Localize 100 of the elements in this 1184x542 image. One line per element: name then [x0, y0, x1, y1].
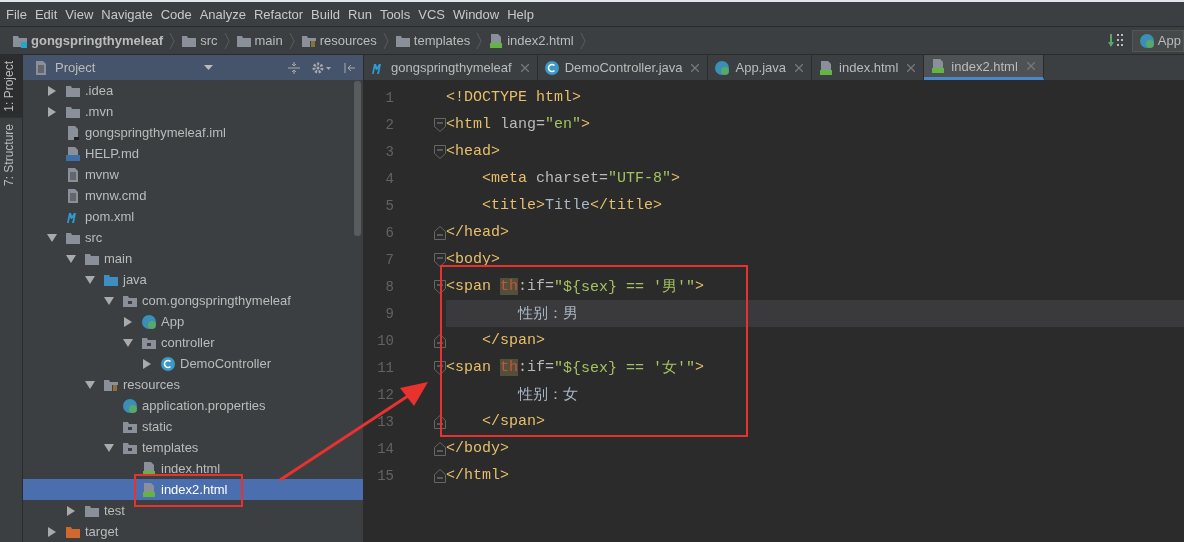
tree-item[interactable]: target [23, 521, 363, 542]
tree-item[interactable]: index2.html [23, 479, 363, 500]
line-number: 2 [384, 116, 394, 133]
tree-item[interactable]: com.gongspringthymeleaf [23, 290, 363, 311]
close-icon[interactable] [691, 63, 700, 72]
spring-class-icon [714, 59, 731, 76]
tree-item[interactable]: App [23, 311, 363, 332]
menu-item[interactable]: Run [344, 6, 376, 22]
expanded-arrow-icon[interactable] [123, 337, 133, 348]
tree-item[interactable]: resources [23, 374, 363, 395]
tree-item[interactable]: test [23, 500, 363, 521]
menu-item[interactable]: Navigate [97, 6, 157, 22]
editor-tab[interactable]: DemoController.java [537, 55, 709, 80]
breadcrumb-item[interactable]: gongspringthymeleaf [8, 32, 168, 49]
spring-class-icon [122, 397, 138, 414]
binary-update-icon[interactable] [1107, 32, 1126, 49]
line-number: 1 [384, 89, 394, 106]
line-number: 14 [376, 440, 394, 457]
code-line: <html lang="en"> [446, 115, 592, 135]
line-number: 4 [384, 170, 394, 187]
close-icon[interactable] [520, 63, 529, 72]
tree-item[interactable]: pom.xml [23, 206, 363, 227]
close-icon[interactable] [795, 63, 804, 72]
breadcrumb-item[interactable]: src [177, 32, 222, 49]
code-line: </html> [446, 466, 510, 486]
editor-tab[interactable]: gongspringthymeleaf [364, 55, 538, 80]
breadcrumb-item[interactable]: index2.html [484, 32, 578, 49]
collapsed-arrow-icon[interactable] [47, 106, 57, 117]
fold-marker-icon [434, 333, 446, 348]
collapsed-arrow-icon[interactable] [123, 316, 133, 327]
fold-marker-icon [434, 360, 446, 375]
tree-item[interactable]: mvnw.cmd [23, 185, 363, 206]
collapsed-arrow-icon[interactable] [142, 358, 152, 369]
code-line: <body> [446, 250, 501, 270]
expanded-arrow-icon[interactable] [85, 274, 95, 285]
code-line: <meta charset="UTF-8"> [481, 169, 682, 189]
scrollbar[interactable] [354, 81, 361, 236]
code-line: <title>Title</title> [481, 196, 664, 216]
code-line: <span th:if="${sex} == '男'"> [446, 277, 706, 298]
menu-item[interactable]: VCS [414, 6, 449, 22]
hide-panel-icon[interactable] [343, 60, 357, 75]
menu-item[interactable]: Build [307, 6, 344, 22]
html-file-icon [141, 460, 157, 477]
menu-item[interactable]: Analyze [195, 6, 250, 22]
menu-item[interactable]: View [61, 6, 98, 22]
menu-item[interactable]: File [2, 6, 31, 22]
expanded-arrow-icon[interactable] [66, 253, 76, 264]
menu-item[interactable]: Window [448, 6, 504, 22]
close-icon[interactable] [907, 63, 916, 72]
collapsed-arrow-icon[interactable] [47, 85, 57, 96]
code-line: </head> [446, 223, 510, 243]
spring-class-icon [1138, 32, 1155, 49]
code-line: <head> [446, 142, 501, 162]
code-line: </span> [481, 412, 547, 432]
expanded-arrow-icon[interactable] [104, 295, 114, 306]
editor-tab[interactable]: App.java [708, 55, 813, 80]
tree-item[interactable]: src [23, 227, 363, 248]
expanded-arrow-icon[interactable] [104, 442, 114, 453]
text-file-icon [65, 166, 81, 183]
breadcrumb-item[interactable]: main [231, 32, 287, 49]
fold-marker-icon [434, 144, 446, 159]
code-line: <span th:if="${sex} == '女'"> [446, 358, 706, 379]
tree-item[interactable]: .idea [23, 80, 363, 101]
tree-item[interactable]: .mvn [23, 101, 363, 122]
tree-item[interactable]: templates [23, 437, 363, 458]
line-number: 13 [376, 413, 394, 430]
tree-item[interactable]: mvnw [23, 164, 363, 185]
breadcrumb-item[interactable]: templates [390, 32, 475, 49]
spring-class-icon [141, 313, 157, 330]
tree-item[interactable]: HELP.md [23, 143, 363, 164]
expanded-arrow-icon[interactable] [85, 379, 95, 390]
menu-item[interactable]: Refactor [249, 6, 308, 22]
tree-item[interactable]: index.html [23, 458, 363, 479]
collapse-all-icon[interactable] [287, 60, 301, 75]
tree-item[interactable]: DemoController [23, 353, 363, 374]
menu-item[interactable]: Help [503, 6, 538, 22]
tree-item[interactable]: static [23, 416, 363, 437]
line-number: 9 [384, 305, 394, 322]
line-number: 6 [384, 224, 394, 241]
expanded-arrow-icon[interactable] [47, 232, 57, 243]
breadcrumb-item[interactable]: resources [296, 32, 381, 49]
tool-window-tab[interactable]: 1: Project [0, 55, 22, 118]
project-view-icon [33, 59, 49, 76]
menu-item[interactable]: Tools [375, 6, 415, 22]
menu-item[interactable]: Edit [30, 6, 62, 22]
text-file-icon [65, 187, 81, 204]
tree-item[interactable]: application.properties [23, 395, 363, 416]
fold-marker-icon [434, 279, 446, 294]
run-configuration-dropdown[interactable]: App [1131, 29, 1184, 52]
collapsed-arrow-icon[interactable] [66, 505, 76, 516]
settings-icon[interactable] [311, 60, 333, 75]
menu-item[interactable]: Code [156, 6, 196, 22]
file-icon [65, 124, 81, 141]
tree-item[interactable]: java [23, 269, 363, 290]
collapsed-arrow-icon[interactable] [47, 526, 57, 537]
tool-window-tab[interactable]: 7: Structure [0, 117, 22, 192]
editor-tab[interactable]: index2.html [924, 55, 1044, 80]
tree-item[interactable]: controller [23, 332, 363, 353]
tree-item[interactable]: main [23, 248, 363, 269]
tree-item[interactable]: gongspringthymeleaf.iml [23, 122, 363, 143]
